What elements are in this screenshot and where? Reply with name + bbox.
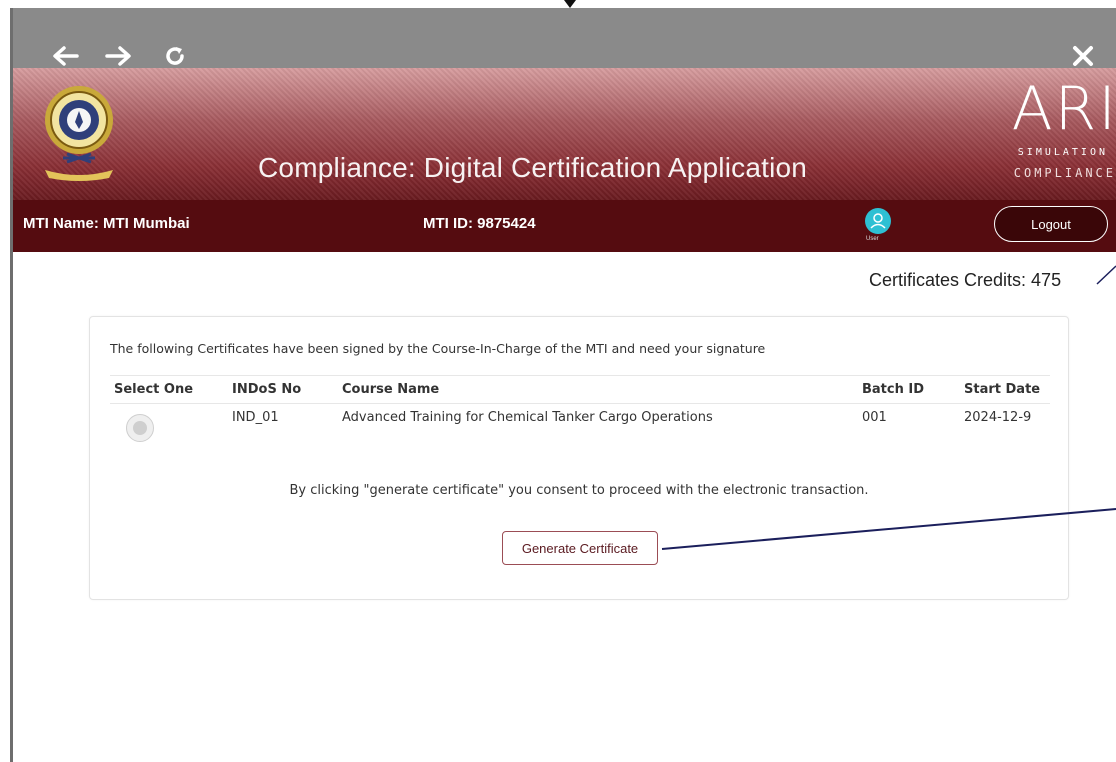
annotation-line-credits [1096, 265, 1116, 285]
annotation-line-generate [661, 508, 1116, 550]
annotation-lines [661, 265, 1116, 550]
